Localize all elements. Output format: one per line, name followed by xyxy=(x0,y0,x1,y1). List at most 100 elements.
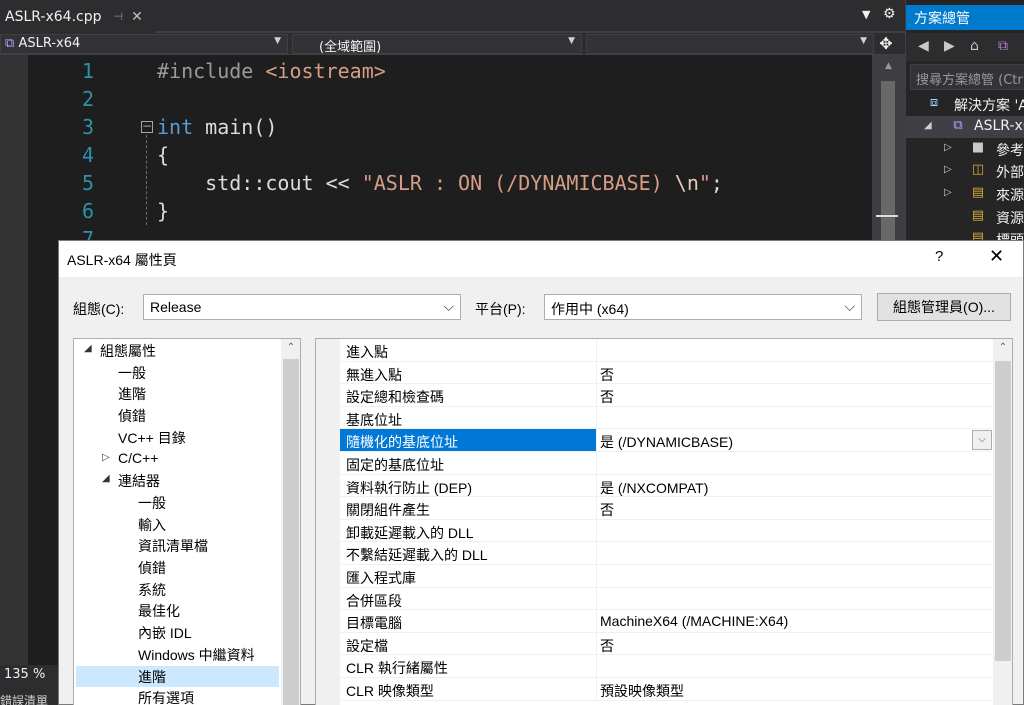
scrollbar-thumb[interactable] xyxy=(995,361,1011,661)
scope-dropdown[interactable]: (全域範圍) ▼ xyxy=(292,34,582,54)
property-row[interactable]: 隨機化的基底位址 是 (/DYNAMICBASE) ⌵ xyxy=(340,429,993,452)
column-divider xyxy=(596,542,597,565)
tree-node[interactable]: 輸入 xyxy=(76,514,279,535)
expand-arrow-icon[interactable]: ▷ xyxy=(944,164,952,175)
property-row[interactable]: 固定的基底位址 xyxy=(340,452,993,475)
forward-icon[interactable]: ▶ xyxy=(944,38,955,54)
tree-scrollbar[interactable]: ⌃ xyxy=(281,339,300,705)
property-row[interactable]: 合併區段 xyxy=(340,587,993,611)
split-window-icon[interactable]: ✥ xyxy=(875,34,897,54)
property-row[interactable]: 進入點 xyxy=(340,339,993,362)
tree-node[interactable]: 偵錯 xyxy=(76,405,279,426)
config-dropdown[interactable]: Release ⌵ xyxy=(143,294,461,320)
property-value[interactable]: MachineX64 (/MACHINE:X64) xyxy=(600,613,788,629)
expanded-arrow-icon[interactable]: ◢ xyxy=(102,473,110,484)
property-row[interactable]: 不繫結延遲載入的 DLL xyxy=(340,542,993,565)
close-tab-icon[interactable]: ✕ xyxy=(131,9,143,25)
property-row[interactable]: 基底位址 xyxy=(340,406,993,430)
expand-arrow-icon[interactable]: ▷ xyxy=(944,142,952,153)
zoom-level[interactable]: 135 % xyxy=(0,665,55,685)
code-line[interactable]: #include <iostream> xyxy=(157,57,386,85)
scrollbar-thumb[interactable] xyxy=(881,81,895,241)
expand-arrow-icon[interactable]: ▷ xyxy=(102,452,110,463)
project-dropdown[interactable]: ⧉ ASLR-x64 ▼ xyxy=(0,34,288,54)
property-row[interactable]: 卸載延遲載入的 DLL xyxy=(340,519,993,543)
grid-scrollbar[interactable]: ⌃ xyxy=(993,339,1012,705)
property-value[interactable]: 否 xyxy=(600,387,614,407)
pin-icon[interactable]: ⊣ xyxy=(114,10,124,23)
scroll-up-icon[interactable]: ▲ xyxy=(872,61,905,71)
property-row[interactable]: 關閉組件產生 否 xyxy=(340,497,993,520)
tree-node[interactable]: 系統 xyxy=(76,579,279,600)
help-icon[interactable]: ? xyxy=(935,248,947,265)
tree-node[interactable]: 進階 xyxy=(76,665,279,687)
solution-tree-item[interactable]: ▷ ◫ 外部相依性 xyxy=(906,160,1024,182)
property-row[interactable]: 匯入程式庫 xyxy=(340,565,993,588)
tree-node[interactable]: 一般 xyxy=(76,492,279,513)
solution-search-input[interactable]: 搜尋方案總管 (Ctrl+;) xyxy=(910,64,1024,90)
property-value[interactable]: 否 xyxy=(600,500,614,520)
scrollbar-thumb[interactable] xyxy=(283,359,299,705)
code-line[interactable]: { xyxy=(157,141,169,169)
value-dropdown-icon[interactable]: ⌵ xyxy=(972,430,992,451)
code-line[interactable]: int main() xyxy=(157,113,277,141)
tree-node[interactable]: 一般 xyxy=(76,362,279,383)
solution-tree-item[interactable]: ◢ ⧉ ASLR-x64 xyxy=(906,116,1024,138)
solution-tree-item[interactable]: ⧈ 解決方案 'ASLR-x64' xyxy=(906,93,1024,115)
property-value[interactable]: 是 (/NXCOMPAT) xyxy=(600,478,708,498)
tree-node[interactable]: VC++ 目錄 xyxy=(76,427,279,448)
expanded-arrow-icon[interactable]: ◢ xyxy=(84,343,92,354)
close-icon[interactable]: ✕ xyxy=(989,246,1004,267)
tree-node-label: 輸入 xyxy=(138,516,166,533)
switch-views-icon[interactable]: ⧉ xyxy=(998,38,1008,54)
property-value[interactable]: 是 (/DYNAMICBASE) xyxy=(600,432,733,452)
tree-node[interactable]: 偵錯 xyxy=(76,557,279,578)
tree-node-label: 組態屬性 xyxy=(100,343,156,359)
property-row[interactable]: 設定檔 否 xyxy=(340,632,993,656)
property-value[interactable]: 否 xyxy=(600,365,614,385)
property-row[interactable]: CLR 執行緒屬性 xyxy=(340,655,993,678)
document-tab[interactable]: ASLR-x64.cpp ⊣ ✕ xyxy=(0,0,155,33)
tree-node[interactable]: ◢ 組態屬性 xyxy=(76,340,279,361)
property-value[interactable]: 預設映像類型 xyxy=(600,681,684,701)
code-line[interactable]: } xyxy=(157,197,169,225)
tree-node[interactable]: 進階 xyxy=(76,383,279,404)
gear-icon[interactable]: ⚙ xyxy=(883,6,896,22)
tree-node[interactable]: Windows 中繼資料 xyxy=(76,644,279,665)
tree-node[interactable]: ▷ C/C++ xyxy=(76,449,279,470)
column-divider xyxy=(596,361,597,384)
column-divider xyxy=(596,452,597,474)
column-divider xyxy=(596,519,597,542)
expand-arrow-icon[interactable]: ▷ xyxy=(944,187,952,198)
home-icon[interactable]: ⌂ xyxy=(970,38,979,54)
property-row[interactable]: 設定總和檢查碼 否 xyxy=(340,384,993,407)
property-value[interactable]: 否 xyxy=(600,636,614,656)
tree-node[interactable]: 最佳化 xyxy=(76,600,279,621)
tree-node[interactable]: 所有選項 xyxy=(76,687,279,705)
solution-tree-item[interactable]: ▷ ▤ 來源檔案 xyxy=(906,183,1024,205)
column-divider xyxy=(596,429,597,452)
property-row[interactable]: 目標電腦 MachineX64 (/MACHINE:X64) xyxy=(340,610,993,633)
error-list-tab[interactable]: 錯誤清單 xyxy=(0,692,48,705)
property-row[interactable]: CLR 映像類型 預設映像類型 xyxy=(340,678,993,701)
back-icon[interactable]: ◀ xyxy=(918,38,929,54)
code-line[interactable]: std::cout << "ASLR : ON (/DYNAMICBASE) \… xyxy=(157,169,723,197)
solution-tree-item[interactable]: ▤ 資源檔 xyxy=(906,206,1024,228)
tree-node[interactable]: ◢ 連結器 xyxy=(76,470,279,491)
tab-list-dropdown-icon[interactable]: ▼ xyxy=(862,8,870,21)
tree-node[interactable]: 資訊清單檔 xyxy=(76,535,279,556)
solution-tree-item[interactable]: ▷ ■ 參考 xyxy=(906,138,1024,160)
project-dropdown-label: ASLR-x64 xyxy=(18,36,81,51)
property-name: 進入點 xyxy=(346,344,388,360)
property-row[interactable]: 無進入點 否 xyxy=(340,361,993,385)
tree-node[interactable]: 內嵌 IDL xyxy=(76,622,279,643)
scroll-up-icon[interactable]: ⌃ xyxy=(281,339,300,357)
platform-dropdown[interactable]: 作用中 (x64) ⌵ xyxy=(544,294,862,320)
member-dropdown[interactable]: ▼ xyxy=(586,34,874,54)
property-row[interactable]: 資料執行防止 (DEP) 是 (/NXCOMPAT) xyxy=(340,474,993,498)
scroll-up-icon[interactable]: ⌃ xyxy=(993,339,1012,357)
configuration-manager-button[interactable]: 組態管理員(O)... xyxy=(877,293,1011,321)
property-name: 資料執行防止 (DEP) xyxy=(346,479,472,496)
expanded-arrow-icon[interactable]: ◢ xyxy=(924,120,932,131)
collapse-icon[interactable]: − xyxy=(141,120,153,133)
